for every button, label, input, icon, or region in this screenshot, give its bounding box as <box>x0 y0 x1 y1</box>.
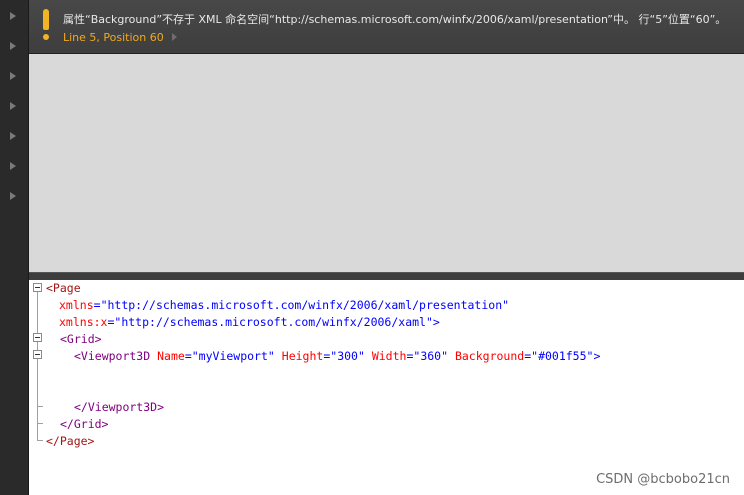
code-line-8[interactable]: </Viewport3D> <box>74 399 164 415</box>
code-line-9[interactable]: </Grid> <box>60 416 108 432</box>
collapse-viewport-icon[interactable] <box>33 350 42 359</box>
code-line-4[interactable]: <Grid> <box>60 331 102 347</box>
page-open-tag: <Page <box>46 281 81 295</box>
name-value: "myViewport" <box>191 349 275 363</box>
grid-close-tag: </Grid> <box>60 417 109 431</box>
fold-end-tick <box>37 406 43 407</box>
error-notification-bar: 属性“Background”不存于 XML 命名空间“http://schema… <box>29 0 744 54</box>
name-attribute: Name <box>157 349 185 363</box>
height-attribute: Height <box>281 349 324 363</box>
code-line-3[interactable]: xmlns:x="http://schemas.microsoft.com/wi… <box>59 314 440 330</box>
grid-open-tag: <Grid> <box>60 332 102 346</box>
xaml-code-editor[interactable]: <Page xmlns="http://schemas.microsoft.co… <box>29 280 744 495</box>
error-location-text[interactable]: Line 5, Position 60 <box>63 31 164 44</box>
expand-arrow-icon[interactable] <box>10 162 16 170</box>
background-attribute: Background <box>454 349 525 363</box>
width-attribute: Width <box>371 349 407 363</box>
watermark: CSDN @bcbobo21cn <box>596 472 730 487</box>
fold-end-tick <box>37 423 43 424</box>
xmlns-value: "http://schemas.microsoft.com/winfx/2006… <box>100 298 510 312</box>
code-line-5[interactable]: <Viewport3D Name="myViewport" Height="30… <box>74 348 600 364</box>
equals-sign: = <box>93 298 101 312</box>
expand-arrow-icon[interactable] <box>10 132 16 140</box>
code-line-2[interactable]: xmlns="http://schemas.microsoft.com/winf… <box>59 297 509 313</box>
tag-close: > <box>432 315 440 329</box>
expand-arrow-icon[interactable] <box>10 12 16 20</box>
error-location-link[interactable]: Line 5, Position 60 <box>63 31 177 44</box>
page-close-tag: </Page> <box>46 434 95 448</box>
width-value: "360" <box>413 349 449 363</box>
expand-arrow-icon[interactable] <box>10 192 16 200</box>
xmlns-attribute: xmlns <box>59 298 94 312</box>
fold-end-tick <box>37 440 43 441</box>
code-line-10[interactable]: </Page> <box>46 433 94 449</box>
background-value: "#001f55" <box>531 349 594 363</box>
xmlns-x-value: "http://schemas.microsoft.com/winfx/2006… <box>114 315 433 329</box>
collapse-grid-icon[interactable] <box>33 333 42 342</box>
chevron-right-icon[interactable] <box>171 33 177 41</box>
height-value: "300" <box>330 349 365 363</box>
viewport3d-open-tag: <Viewport3D <box>74 349 151 363</box>
xmlns-x-attribute: xmlns:x <box>59 315 108 329</box>
code-line-1[interactable]: <Page <box>46 280 81 296</box>
expand-arrow-icon[interactable] <box>10 72 16 80</box>
tag-close: > <box>593 349 601 363</box>
expand-arrow-icon[interactable] <box>10 42 16 50</box>
fold-guide-line <box>37 292 38 440</box>
design-surface[interactable] <box>29 54 744 272</box>
viewport3d-close-tag: </Viewport3D> <box>74 400 165 414</box>
collapse-page-icon[interactable] <box>33 283 42 292</box>
warning-icon <box>39 9 53 41</box>
error-message: 属性“Background”不存于 XML 命名空间“http://schema… <box>63 13 727 26</box>
expand-arrow-icon[interactable] <box>10 102 16 110</box>
left-panel-gutter <box>0 0 29 495</box>
